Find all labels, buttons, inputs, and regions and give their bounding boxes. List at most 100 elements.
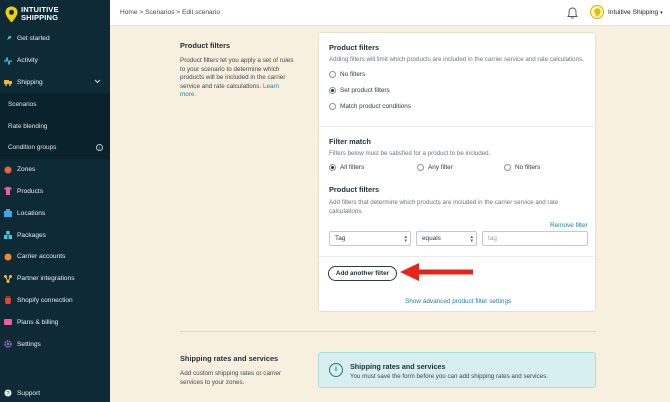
filter-value-placeholder: tag bbox=[488, 235, 497, 242]
radio-label: Match product conditions bbox=[340, 103, 412, 110]
sidebar-item-shipping[interactable]: Shipping bbox=[0, 72, 110, 94]
shipping-section-desc: Add custom shipping rates or carrier ser… bbox=[180, 370, 282, 386]
integrations-icon bbox=[4, 274, 12, 283]
info-notice: i Shipping rates and services You must s… bbox=[318, 352, 596, 388]
radio-no-filters[interactable]: No filters bbox=[329, 71, 365, 78]
section-divider bbox=[180, 331, 596, 332]
building-icon bbox=[4, 209, 12, 218]
product-filters-section-desc: Product filters let you apply a set of r… bbox=[180, 57, 295, 100]
sidebar-subitem-label: Condition groups bbox=[8, 144, 57, 152]
radio-any-filter[interactable]: Any filter bbox=[417, 164, 453, 171]
sidebar-item-label: Plans & billing bbox=[17, 318, 59, 326]
logo-pin-icon bbox=[5, 6, 18, 23]
radio-all-filters[interactable]: All filters bbox=[329, 164, 364, 171]
rocket-icon bbox=[4, 35, 12, 43]
sidebar-item-label: Carrier accounts bbox=[17, 253, 66, 261]
shipping-section-title: Shipping rates and services bbox=[180, 354, 279, 363]
radio-button[interactable] bbox=[417, 164, 424, 171]
avatar[interactable] bbox=[590, 5, 604, 19]
brand-logo[interactable]: INTUITIVE SHIPPING bbox=[0, 0, 110, 28]
sidebar-item-support[interactable]: ? Support bbox=[4, 389, 40, 397]
product-filters-section-title: Product filters bbox=[180, 41, 231, 50]
sidebar-item-label: Shipping bbox=[17, 78, 43, 86]
sidebar-subitem-scenarios[interactable]: Scenarios bbox=[0, 93, 110, 116]
filter-operator-select[interactable]: equals ▴ ▾ bbox=[416, 231, 477, 246]
filter-operator-value: equals bbox=[422, 235, 441, 242]
radio-match-product-conditions[interactable]: Match product conditions bbox=[329, 103, 411, 110]
brand-line-2: SHIPPING bbox=[21, 13, 59, 22]
globe-icon bbox=[4, 166, 12, 174]
remove-filter-link[interactable]: Remove filter bbox=[550, 222, 588, 229]
support-label: Support bbox=[17, 389, 41, 397]
billing-icon bbox=[4, 318, 12, 326]
sidebar-item-carrier-accounts[interactable]: Carrier accounts bbox=[0, 246, 110, 268]
divider bbox=[319, 126, 597, 127]
sidebar-item-packages[interactable]: Packages bbox=[0, 224, 110, 246]
select-arrows-icon: ▴ ▾ bbox=[404, 234, 407, 244]
radio-button[interactable] bbox=[329, 71, 336, 78]
radio-button-selected[interactable] bbox=[329, 164, 336, 171]
sidebar-item-label: Get started bbox=[17, 35, 50, 43]
boxes-icon bbox=[4, 231, 12, 240]
sidebar-item-shopify-connection[interactable]: Shopify connection bbox=[0, 290, 110, 312]
sidebar-item-get-started[interactable]: Get started bbox=[0, 28, 110, 50]
truck-icon bbox=[4, 78, 12, 87]
radio-label: Any filter bbox=[428, 164, 453, 171]
sidebar-item-label: Shopify connection bbox=[17, 296, 73, 304]
radio-button[interactable] bbox=[329, 103, 336, 110]
caret-down-icon: ▾ bbox=[660, 10, 663, 16]
breadcrumb[interactable]: Home > Scenarios > Edit scenario bbox=[120, 9, 220, 16]
gear-icon bbox=[4, 340, 12, 348]
sidebar: INTUITIVE SHIPPING Get started Activity … bbox=[0, 0, 110, 402]
radio-label: No filters bbox=[515, 164, 541, 171]
radio-label: Set product filters bbox=[340, 87, 390, 94]
info-icon[interactable]: i bbox=[96, 143, 103, 151]
top-bar: Home > Scenarios > Edit scenario Intuiti… bbox=[110, 0, 670, 26]
svg-text:?: ? bbox=[6, 391, 9, 397]
radio-set-product-filters[interactable]: Set product filters bbox=[329, 87, 390, 94]
sidebar-subitem-rate-blending[interactable]: Rate blending bbox=[0, 115, 110, 137]
sidebar-item-label: Locations bbox=[17, 209, 46, 217]
notice-title: Shipping rates and services bbox=[350, 362, 446, 371]
radio-match-no-filters[interactable]: No filters bbox=[504, 164, 540, 171]
sidebar-item-label: Packages bbox=[17, 231, 46, 239]
filter-field-select[interactable]: Tag ▴ ▾ bbox=[329, 231, 411, 246]
sidebar-item-settings[interactable]: Settings bbox=[0, 333, 110, 355]
activity-icon bbox=[4, 56, 12, 65]
divider bbox=[319, 256, 597, 257]
radio-button[interactable] bbox=[504, 164, 511, 171]
filter-match-title: Filter match bbox=[329, 137, 371, 146]
notice-text: You must save the form before you can ad… bbox=[350, 373, 548, 380]
radio-label: All filters bbox=[340, 164, 365, 171]
bell-icon[interactable] bbox=[567, 7, 578, 21]
sidebar-item-label: Partner integrations bbox=[17, 275, 75, 283]
chevron-down-icon bbox=[94, 79, 101, 86]
product-filters-subtitle: Product filters bbox=[329, 185, 380, 194]
sidebar-item-plans-billing[interactable]: Plans & billing bbox=[0, 311, 110, 333]
sidebar-item-locations[interactable]: Locations bbox=[0, 202, 110, 224]
radio-button-selected[interactable] bbox=[329, 87, 336, 94]
sidebar-item-label: Settings bbox=[17, 340, 41, 348]
sidebar-item-activity[interactable]: Activity bbox=[0, 50, 110, 72]
account-menu[interactable]: Intuitive Shipping ▾ bbox=[608, 9, 663, 16]
sidebar-subitem-label: Scenarios bbox=[8, 100, 37, 108]
sidebar-item-zones[interactable]: Zones bbox=[0, 159, 110, 181]
select-arrows-icon: ▴ ▾ bbox=[470, 234, 473, 244]
help-icon: ? bbox=[4, 389, 12, 397]
sidebar-item-products[interactable]: Products bbox=[0, 181, 110, 203]
info-circle-icon: i bbox=[329, 363, 343, 377]
shopify-icon bbox=[4, 296, 12, 305]
filter-field-value: Tag bbox=[335, 235, 346, 242]
show-advanced-settings-link[interactable]: Show advanced product filter settings bbox=[405, 298, 511, 305]
add-another-filter-button[interactable]: Add another filter bbox=[328, 266, 397, 281]
card-title: Product filters bbox=[329, 43, 380, 52]
product-filters-subdescription: Add filters that determine which product… bbox=[329, 199, 559, 215]
shirt-icon bbox=[4, 187, 12, 196]
sidebar-item-label: Zones bbox=[17, 166, 36, 174]
account-name: Intuitive Shipping bbox=[608, 9, 659, 16]
filter-value-input[interactable]: tag bbox=[482, 231, 588, 246]
red-arrow-annotation bbox=[400, 263, 473, 281]
sidebar-subitem-condition-groups[interactable]: Condition groups i bbox=[0, 136, 110, 159]
sidebar-item-partner-integrations[interactable]: Partner integrations bbox=[0, 268, 110, 290]
card-description: Adding filters will limit which products… bbox=[329, 56, 584, 63]
